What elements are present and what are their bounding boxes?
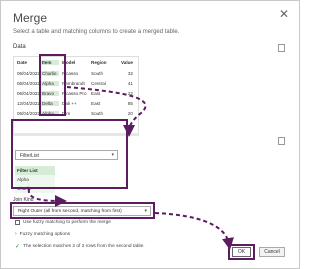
table-cell: 32	[127, 70, 133, 76]
fuzzy-matching-checkbox[interactable]	[15, 220, 20, 225]
table-header-row: Date Item Model Region Value	[14, 57, 138, 68]
column-header-value[interactable]: Value	[115, 60, 135, 65]
filter-list-highlight	[11, 119, 128, 189]
table-row: 12/04/2022 Delta Dali ++ East 85	[14, 98, 138, 108]
table-row: 06/04/2022 Alpha Rembrandt Central 41	[14, 78, 138, 88]
table-cell: South	[91, 70, 104, 76]
table-cell: 06/04/2022	[17, 110, 39, 116]
checkmark-icon: ✓	[15, 244, 21, 250]
item-column-highlight	[39, 54, 66, 116]
table-cell: 41	[127, 80, 133, 86]
table-cell: 06/04/2022	[17, 90, 39, 96]
ok-button-highlight	[228, 244, 255, 260]
dialog-title: Merge	[13, 11, 48, 25]
match-status-text: The selection matches 2 of 2 rows from t…	[23, 244, 145, 249]
column-header-region[interactable]: Region	[88, 60, 115, 65]
table-cell: 12/04/2022	[17, 100, 39, 106]
table-cell: 85	[127, 100, 133, 106]
chevron-right-icon: ›	[15, 231, 17, 237]
merge-dialog: Merge ✕ Select a table and matching colu…	[0, 0, 300, 269]
cancel-button[interactable]: Cancel	[259, 247, 285, 257]
column-header-date[interactable]: Date	[14, 60, 39, 65]
table-row: 06/04/2022 Alpha Dim South 20	[14, 108, 138, 118]
table-cell: South	[91, 110, 104, 116]
page-icon[interactable]	[278, 137, 285, 145]
table-cell: Central	[91, 80, 106, 86]
fuzzy-matching-row[interactable]: Use fuzzy matching to perform the merge	[15, 220, 111, 225]
page-icon[interactable]	[278, 44, 285, 52]
annotation-arrow	[154, 212, 234, 250]
fuzzy-options-toggle[interactable]: › Fuzzy matching options	[15, 231, 70, 237]
match-status: ✓ The selection matches 2 of 2 rows from…	[15, 243, 145, 250]
dialog-subtitle: Select a table and matching columns to c…	[13, 29, 180, 35]
table-cell: 22	[127, 90, 133, 96]
close-icon[interactable]: ✕	[279, 8, 289, 20]
table-row: 06/04/2022 Charlie Picasso South 32	[14, 68, 138, 78]
fuzzy-options-label: Fuzzy matching options	[19, 231, 71, 237]
table-row: 06/04/2022 Bravo Picasso Pro East 22	[14, 88, 138, 98]
table-cell: 06/04/2022	[17, 80, 39, 86]
table-cell: 20	[127, 110, 133, 116]
table-cell: East	[91, 90, 101, 96]
data-section-label: Data	[13, 44, 26, 50]
join-kind-highlight	[10, 202, 155, 219]
table-cell: 06/04/2022	[17, 70, 39, 76]
table-cell: East	[91, 100, 101, 106]
fuzzy-matching-label: Use fuzzy matching to perform the merge	[23, 220, 111, 225]
